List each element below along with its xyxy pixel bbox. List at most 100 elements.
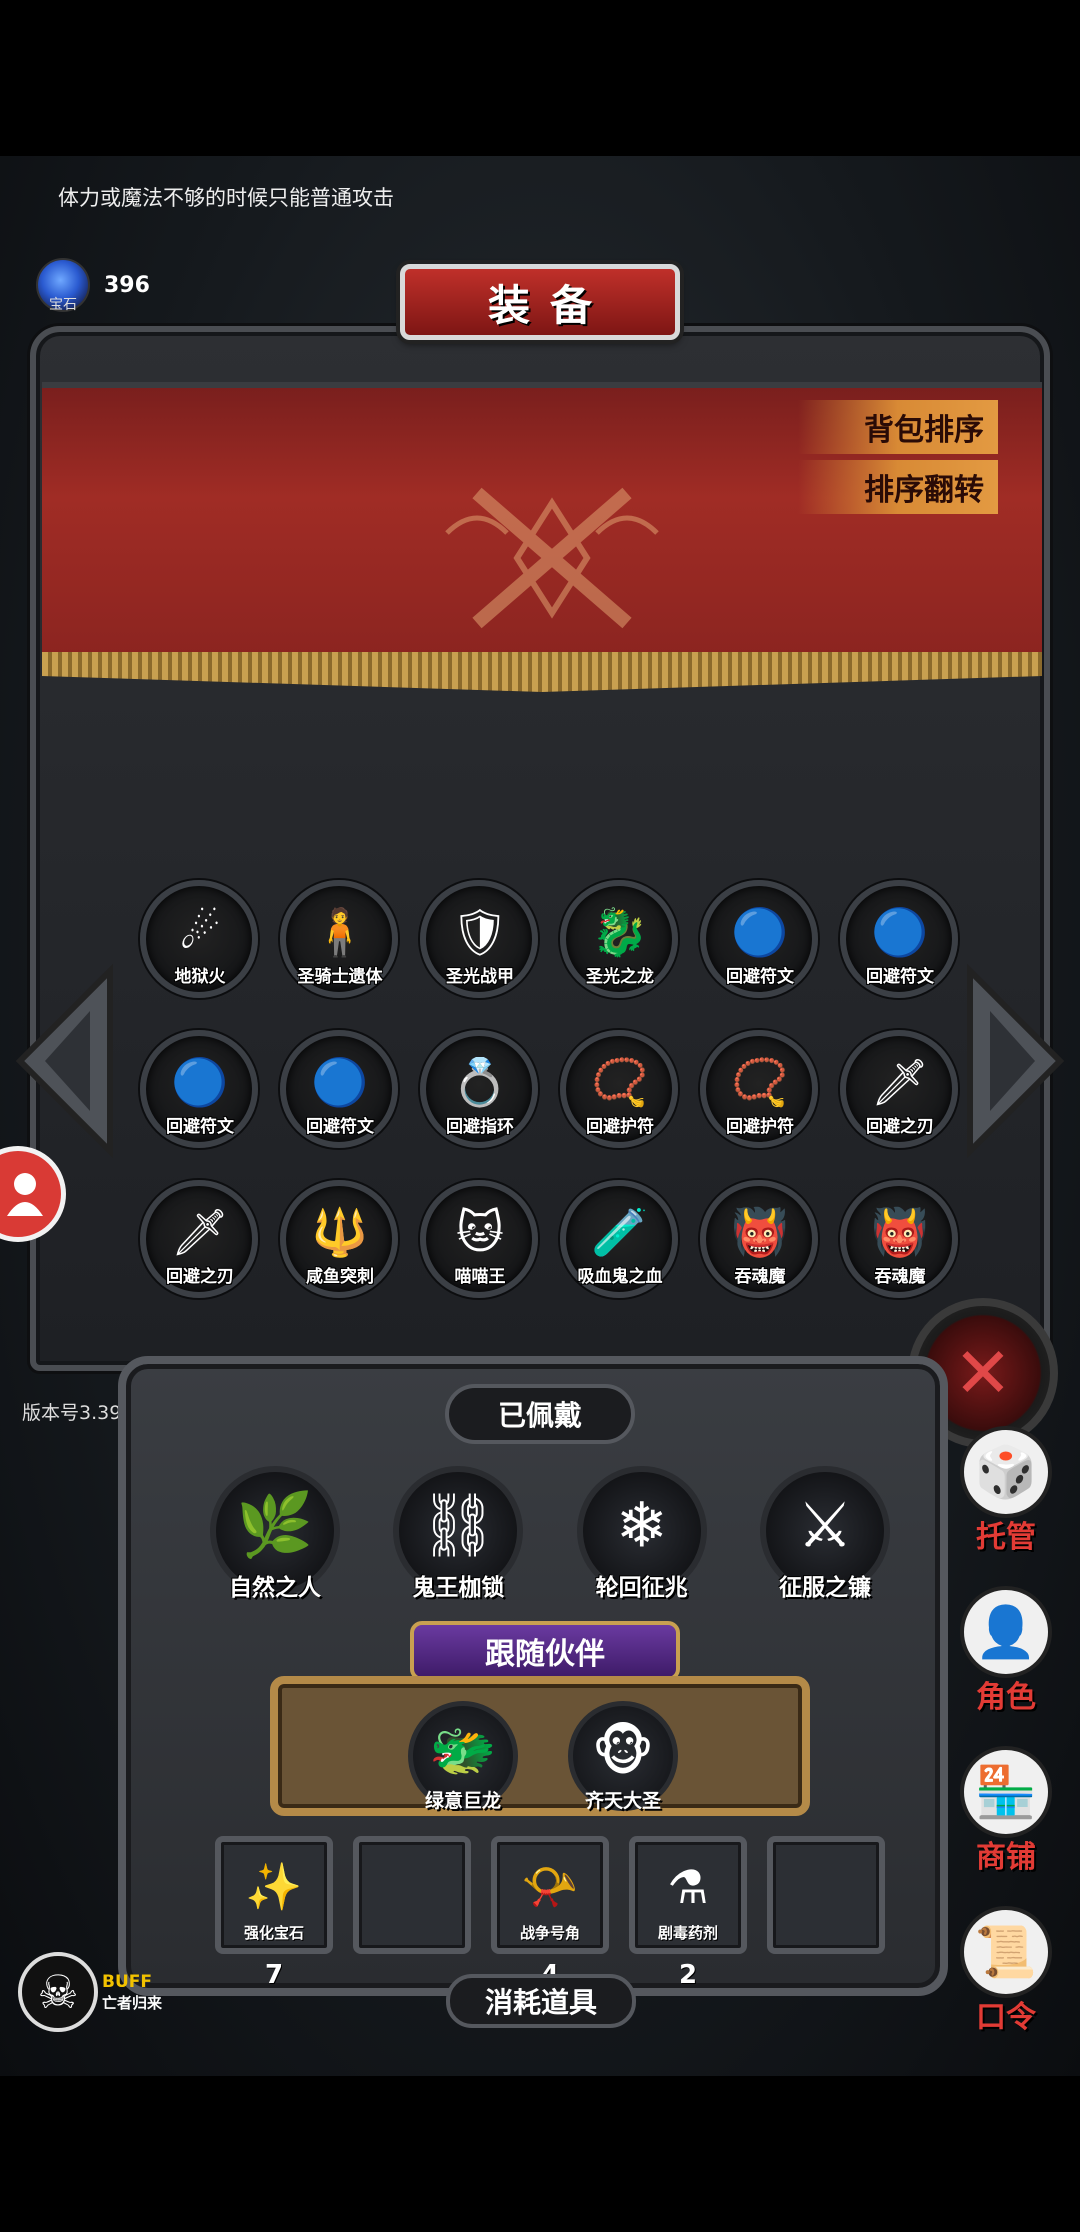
person-icon [7,1173,43,1216]
buff-name: 亡者归来 [102,1993,163,2012]
status-bar-area [0,0,1080,156]
item-label: 喵喵王 [454,1267,506,1287]
side-menu-button[interactable]: 🏪 商铺 [946,1746,1066,1876]
dragon-icon: 🐉 [591,904,649,959]
sort-reverse-button[interactable]: 排序翻转 [798,460,998,514]
scroll-icon: 📜 [960,1906,1052,1998]
consumable-slot[interactable]: ✨ 强化宝石 7 [215,1836,333,1990]
item-label: 回避指环 [446,1117,514,1137]
nature-man-icon: 🌿 [236,1488,314,1562]
inventory-slot[interactable]: 👹 吞魂魔 [700,1180,820,1298]
inventory-slot[interactable]: 🛡 圣光战甲 [420,880,540,998]
gem-count: 396 [104,272,150,298]
blade-icon: 🗡 [170,1204,230,1259]
item-label: 回避符文 [726,967,794,987]
inventory-slot[interactable]: 🗡 回避之刃 [840,1030,960,1148]
inventory-slot[interactable]: 📿 回避护符 [560,1030,680,1148]
worn-item[interactable]: ⛓ 鬼王枷锁 [393,1466,524,1601]
partner-item[interactable]: 🐲 绿意巨龙 [408,1701,518,1812]
inventory-slot[interactable]: 🗡 回避之刃 [140,1180,260,1298]
panel-title: 装备 [400,264,680,340]
consumable-label: 剧毒药剂 [657,1924,719,1942]
inventory-slot[interactable]: 🐉 圣光之龙 [560,880,680,998]
item-label: 吸血鬼之血 [577,1267,663,1287]
side-menu-label: 托管 [976,1520,1036,1555]
empty-consumable-slot[interactable] [767,1836,885,1954]
spear-icon: 🔱 [311,1204,369,1259]
panel-title-text: 装备 [487,280,612,330]
rune-icon: 🔵 [171,1054,229,1109]
worn-item[interactable]: ❄ 轮回征兆 [576,1466,707,1601]
green-dragon-icon: 🐲 [429,1719,497,1782]
worn-title: 已佩戴 [445,1384,635,1444]
monkey-king-icon: 🐵 [591,1719,655,1783]
inventory-slot[interactable]: 🐱 喵喵王 [420,1180,540,1298]
side-menu-button[interactable]: 📜 口令 [946,1906,1066,2036]
consumables-title: 消耗道具 [446,1974,636,2028]
prev-page-arrow-icon[interactable] [10,961,120,1161]
game-screen: 体力或魔法不够的时候只能普通攻击 宝石 396 装备 背包排序 排序翻转 ☄ 地… [0,156,1080,2076]
side-menu-button[interactable]: 🎲 托管 [946,1426,1066,1556]
inventory-slot[interactable]: 🔱 咸鱼突刺 [280,1180,400,1298]
chain-icon: ⛓ [418,1488,498,1562]
item-label: 圣光战甲 [446,967,514,987]
side-menu-button[interactable]: 👤 角色 [946,1586,1066,1716]
fireball-icon: ☄ [179,904,221,959]
item-label: 回避符文 [866,967,934,987]
close-icon: ✕ [953,1332,1013,1414]
item-label: 圣骑士遗体 [297,967,383,987]
empty-consumable-slot[interactable] [353,1836,471,1954]
inventory-grid: ☄ 地狱火 🧍 圣骑士遗体 🛡 圣光战甲 🐉 圣光之龙 🔵 回避符文 🔵 回避符… [140,880,960,1298]
sort-bag-button[interactable]: 背包排序 [798,400,998,454]
next-page-arrow-icon[interactable] [960,961,1070,1161]
crossed-swords-crest-icon [445,487,659,629]
dice-icon: 🎲 [960,1426,1052,1518]
scythe-icon: ⚔ [797,1488,853,1562]
buff-indicator[interactable]: ☠ BUFF 亡者归来 [18,1952,162,2032]
poison-icon: ⚗ [667,1859,709,1914]
inventory-slot[interactable]: 🧪 吸血鬼之血 [560,1180,680,1298]
demon-icon: 👹 [731,1204,789,1259]
item-label: 咸鱼突刺 [306,1267,374,1287]
inventory-slot[interactable]: 📿 回避护符 [700,1030,820,1148]
partner-items: 🐲 绿意巨龙 🐵 齐天大圣 [408,1701,678,1812]
side-menu-label: 口令 [976,2000,1036,2035]
worn-item[interactable]: ⚔ 征服之镰 [759,1466,890,1601]
amulet-icon: 📿 [591,1054,649,1109]
partner-item[interactable]: 🐵 齐天大圣 [568,1701,678,1812]
blade-icon: 🗡 [870,1054,930,1109]
inventory-slot[interactable]: 🔵 回避符文 [140,1030,260,1148]
inventory-slot[interactable]: 💍 回避指环 [420,1030,540,1148]
worn-item-label: 自然之人 [229,1575,321,1601]
item-label: 回避护符 [726,1117,794,1137]
inventory-slot[interactable]: ☄ 地狱火 [140,880,260,998]
horn-icon: 📯 [521,1859,579,1914]
worn-items: 🌿 自然之人 ⛓ 鬼王枷锁 ❄ 轮回征兆 ⚔ 征服之镰 [210,1466,890,1601]
banner-fringe [42,652,1042,692]
inventory-slot[interactable]: 🔵 回避符文 [700,880,820,998]
amulet-icon: 📿 [731,1054,789,1109]
inventory-slot[interactable]: 🔵 回避符文 [280,1030,400,1148]
item-label: 地狱火 [174,967,226,987]
hint-text: 体力或魔法不够的时候只能普通攻击 [58,186,394,210]
partner-label: 绿意巨龙 [424,1790,502,1812]
rune-icon: 🔵 [311,1054,369,1109]
partner-label: 齐天大圣 [584,1790,662,1812]
inventory-slot[interactable]: 🧍 圣骑士遗体 [280,880,400,998]
staff-icon: ❄ [615,1488,668,1562]
body-icon: 🧍 [311,904,369,959]
item-label: 吞魂魔 [734,1267,786,1287]
consumable-slot[interactable]: ⚗ 剧毒药剂 2 [629,1836,747,1990]
inventory-slot[interactable]: 👹 吞魂魔 [840,1180,960,1298]
consumable-slot[interactable]: 📯 战争号角 4 [491,1836,609,1990]
shop-icon: 🏪 [960,1746,1052,1838]
item-label: 回避之刃 [866,1117,934,1137]
rune-icon: 🔵 [731,904,789,959]
worn-item[interactable]: 🌿 自然之人 [210,1466,340,1601]
skull-icon: ☠ [18,1952,98,2032]
demon-icon: 👹 [871,1204,929,1259]
nav-bar-area [0,2076,1080,2232]
inventory-slot[interactable]: 🔵 回避符文 [840,880,960,998]
item-label: 圣光之龙 [586,967,654,987]
partners-title: 跟随伙伴 [410,1621,680,1681]
